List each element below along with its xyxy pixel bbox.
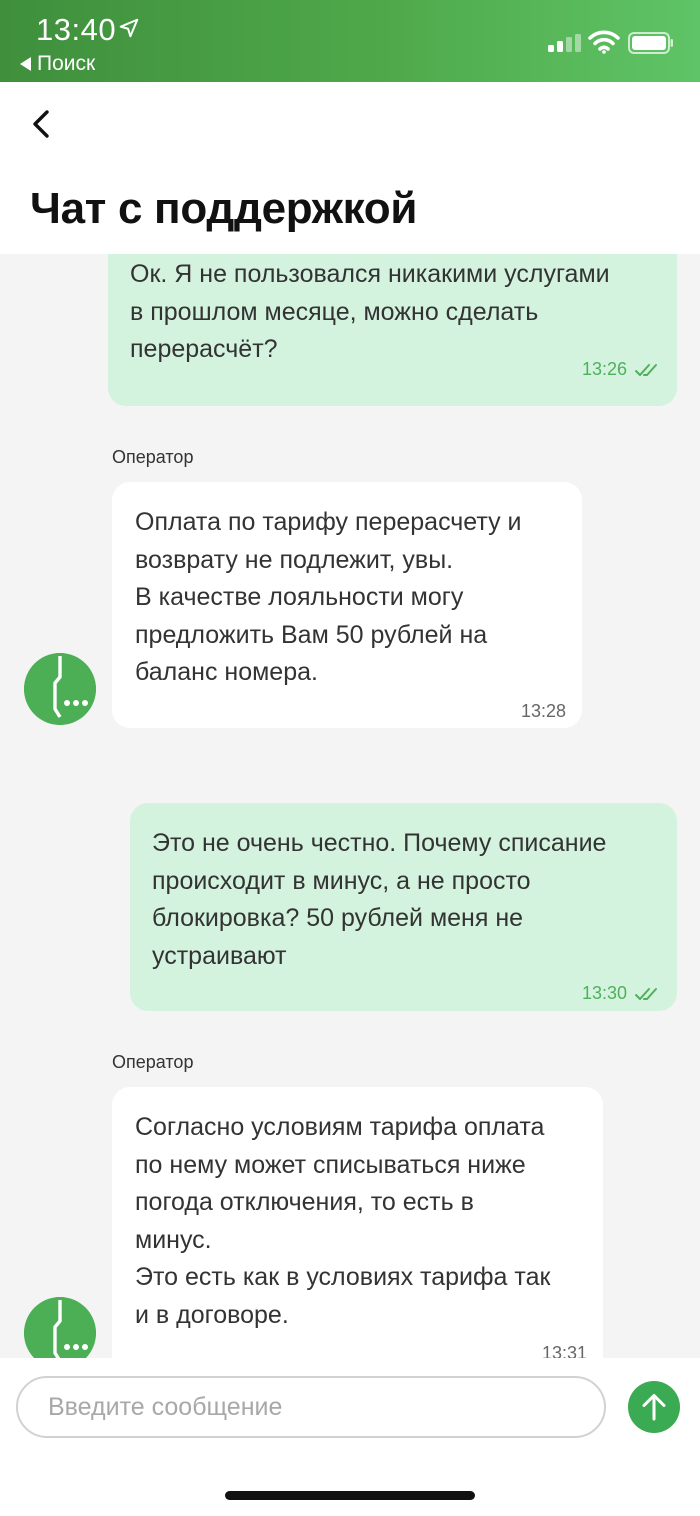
operator-message[interactable]: Согласно условиям тарифа оплата по нему … — [112, 1087, 603, 1358]
message-text: Оплата по тарифу перерасчету и возврату … — [135, 508, 522, 686]
status-back-to-app[interactable]: Поиск — [20, 52, 95, 76]
status-back-label: Поиск — [37, 52, 96, 75]
home-indicator — [225, 1491, 475, 1500]
message-list[interactable]: Ок. Я не пользовался никакими услугами в… — [0, 254, 700, 1358]
page-title: Чат с поддержкой — [30, 184, 418, 233]
operator-avatar — [24, 653, 96, 725]
user-message[interactable]: Ок. Я не пользовался никакими услугами в… — [108, 254, 677, 406]
operator-label: Оператор — [112, 447, 194, 467]
double-check-icon — [635, 363, 657, 376]
send-button[interactable] — [628, 1381, 680, 1433]
chat-header: Чат с поддержкой — [0, 82, 700, 254]
message-input[interactable] — [16, 1376, 606, 1438]
message-meta: 13:26 — [582, 351, 661, 389]
operator-label: Оператор — [112, 1052, 194, 1072]
message-time: 13:28 — [520, 701, 566, 721]
status-bar: 13:40 Поиск — [0, 0, 700, 82]
message-text: Ок. Я не пользовался никакими услугами в… — [130, 260, 610, 363]
message-meta: 13:30 — [582, 975, 661, 1013]
wifi-icon — [588, 30, 620, 54]
message-time: 13:30 — [581, 983, 627, 1003]
message-meta: 13:31 — [542, 1335, 587, 1358]
cellular-signal-icon — [548, 34, 581, 52]
chevron-left-icon[interactable] — [22, 104, 62, 144]
user-message[interactable]: Это не очень честно. Почему списание про… — [130, 803, 677, 1011]
operator-avatar — [24, 1297, 96, 1358]
composer — [0, 1358, 700, 1516]
double-check-icon — [635, 987, 657, 1000]
arrow-up-icon — [642, 1394, 666, 1421]
status-time: 13:40 — [36, 12, 117, 47]
message-time: 13:31 — [541, 1343, 587, 1358]
location-arrow-icon — [119, 18, 139, 38]
message-text: Это не очень честно. Почему списание про… — [152, 829, 607, 970]
operator-message[interactable]: Оплата по тарифу перерасчету и возврату … — [112, 482, 582, 728]
message-time: 13:26 — [581, 359, 627, 379]
back-triangle-icon — [20, 57, 31, 71]
battery-icon — [628, 32, 673, 54]
message-text: Согласно условиям тарифа оплата по нему … — [135, 1113, 551, 1329]
message-meta: 13:28 — [521, 693, 566, 731]
